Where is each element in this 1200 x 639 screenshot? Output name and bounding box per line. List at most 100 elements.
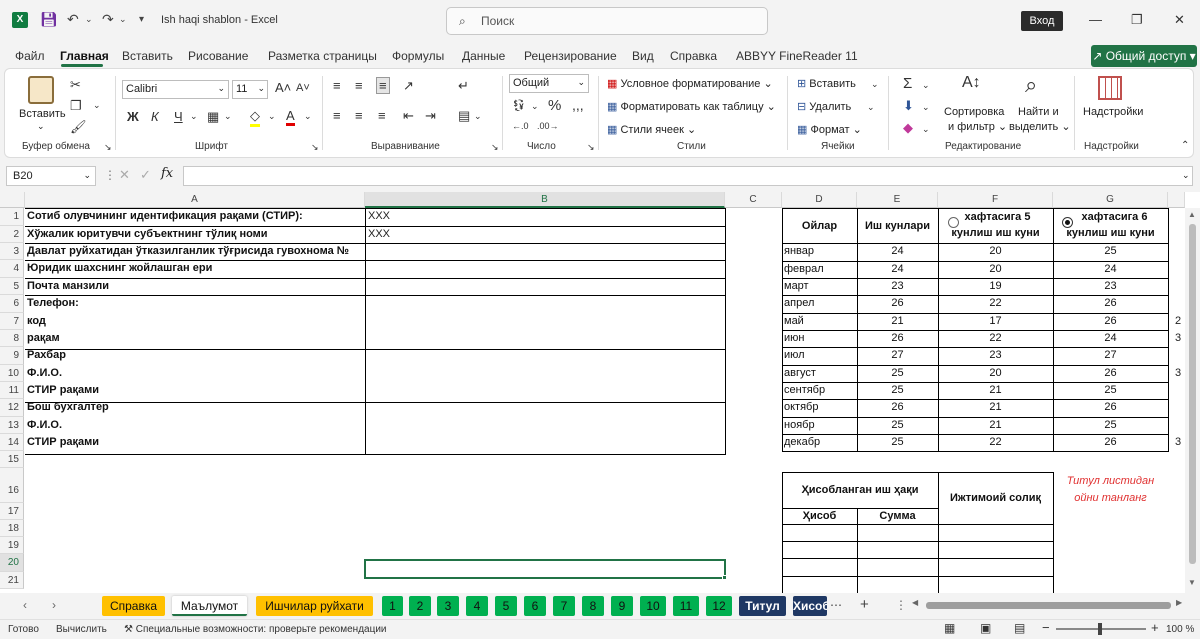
cell-a8[interactable]: рақам (27, 332, 363, 344)
paste-button[interactable]: Вставить (19, 108, 66, 120)
tab-home[interactable]: Главная (60, 49, 109, 63)
sheet-tab-9[interactable]: 6 (524, 596, 546, 616)
row-header-6[interactable]: 6 (0, 295, 24, 313)
cell-a11[interactable]: СТИР рақами (27, 384, 363, 396)
tab-insert[interactable]: Вставить (122, 49, 173, 63)
customize-qat-icon[interactable]: ▾ (139, 14, 144, 25)
row-header-7[interactable]: 7 (0, 313, 24, 330)
collapse-ribbon-icon[interactable]: ⌃ (1181, 140, 1189, 151)
font-name-select[interactable]: Calibri ⌄ (122, 80, 229, 99)
sheet-tab-6[interactable]: 3 (437, 596, 459, 616)
autosum-dropdown-icon[interactable]: ⌄ (922, 80, 930, 91)
cell-a4[interactable]: Юридик шахснинг жойлашган ери (27, 262, 363, 274)
cell-a2[interactable]: Хўжалик юритувчи субъектнинг тўлиқ номи (27, 228, 363, 240)
bold-button[interactable]: Ж (127, 109, 139, 124)
sheet-tab-3[interactable]: Ишчилар руйхати (256, 596, 373, 616)
row-header-19[interactable]: 19 (0, 537, 24, 554)
copy-dropdown-icon[interactable]: ⌄ (93, 100, 101, 111)
tab-data[interactable]: Данные (462, 49, 505, 63)
conditional-formatting-button[interactable]: ▦ Условное форматирование ⌄ (607, 77, 773, 90)
formula-input[interactable] (183, 166, 1193, 186)
insert-dropdown-icon[interactable]: ⌄ (871, 79, 879, 90)
percent-icon[interactable]: % (548, 97, 561, 114)
redo-icon[interactable]: ↷ (102, 11, 114, 28)
sheet-tab-4[interactable]: 1 (382, 596, 403, 616)
cell-a9[interactable]: Рахбар (27, 349, 363, 361)
page-break-view-icon[interactable]: ▤ (1014, 621, 1025, 635)
align-left-icon[interactable]: ≡ (333, 108, 341, 123)
font-launcher-icon[interactable]: ↘ (311, 142, 319, 153)
minimize-icon[interactable]: — (1089, 12, 1102, 27)
sheet-tab-7[interactable]: 4 (466, 596, 488, 616)
cell-a13[interactable]: Ф.И.О. (27, 419, 363, 431)
borders-icon[interactable]: ▦ (207, 109, 219, 125)
sheet-tab-15[interactable]: 12 (706, 596, 732, 616)
sheet-tab-17[interactable]: Хисоб (793, 596, 827, 616)
col-header-h[interactable] (1168, 192, 1185, 208)
paste-dropdown-icon[interactable]: ⌄ (37, 121, 45, 132)
prev-sheet-icon[interactable]: ‹ (23, 598, 27, 612)
delete-cells-button[interactable]: ⊟ Удалить (797, 100, 851, 113)
col-header-a[interactable]: A (25, 192, 365, 208)
redo-dropdown-icon[interactable]: ⌄ (119, 14, 127, 25)
font-size-select[interactable]: 11 ⌄ (232, 80, 268, 99)
zoom-slider-thumb[interactable] (1098, 623, 1102, 635)
tab-formulas[interactable]: Формулы (392, 49, 444, 63)
font-color-dropdown-icon[interactable]: ⌄ (304, 111, 312, 122)
cell-b2[interactable]: XXX (368, 228, 718, 240)
sheet-tab-14[interactable]: 11 (673, 596, 699, 616)
col-header-c[interactable]: C (725, 192, 782, 208)
decrease-font-icon[interactable]: A˅ (296, 82, 310, 94)
format-as-table-button[interactable]: ▦ Форматировать как таблицу ⌄ (607, 100, 776, 113)
align-bottom-icon[interactable]: ≡ (376, 77, 390, 94)
worksheet-grid[interactable]: ABCDEFG 1 2 3 4 5 6 7 8 9 10 11 12 13 14 15 16 17 18 19 20 2… (0, 192, 1200, 593)
find-select-button[interactable]: Найти и (1018, 106, 1059, 118)
decrease-indent-icon[interactable]: ⇤ (403, 108, 414, 124)
sheet-tab-16[interactable]: Титул (739, 596, 786, 616)
currency-dropdown-icon[interactable]: ⌄ (531, 101, 539, 112)
row-header-4[interactable]: 4 (0, 260, 24, 278)
cut-icon[interactable]: ✂ (70, 77, 81, 93)
restore-icon[interactable]: ❐ (1131, 12, 1143, 28)
next-sheet-icon[interactable]: › (52, 598, 56, 612)
tab-review[interactable]: Рецензирование (524, 49, 617, 63)
col-header-b[interactable]: B (365, 192, 725, 208)
row-header-2[interactable]: 2 (0, 226, 24, 243)
fill-dropdown-icon[interactable]: ⌄ (268, 111, 276, 122)
scroll-up-icon[interactable]: ▲ (1188, 210, 1196, 219)
sort-filter-button[interactable]: Сортировка (944, 106, 1004, 118)
addins-button[interactable]: Надстройки (1083, 106, 1143, 118)
row-header-15[interactable]: 15 (0, 451, 24, 468)
row-header-14[interactable]: 14 (0, 434, 24, 451)
underline-dropdown-icon[interactable]: ⌄ (190, 111, 198, 122)
clear-icon[interactable]: ◆ (903, 120, 913, 136)
increase-indent-icon[interactable]: ⇥ (425, 108, 436, 124)
row-header-10[interactable]: 10 (0, 365, 24, 382)
tab-help[interactable]: Справка (670, 49, 717, 63)
page-layout-view-icon[interactable]: ▣ (980, 621, 991, 635)
more-sheets-icon[interactable]: ⋯ (830, 598, 842, 612)
align-right-icon[interactable]: ≡ (378, 108, 386, 123)
align-center-icon[interactable]: ≡ (355, 108, 363, 123)
vertical-scrollbar[interactable]: ▲ ▼ (1185, 208, 1200, 593)
wrap-text-icon[interactable]: ↵ (458, 78, 469, 94)
increase-font-icon[interactable]: A˄ (275, 80, 291, 95)
tab-draw[interactable]: Рисование (188, 49, 248, 63)
fill-color-icon[interactable]: ◇ (250, 108, 260, 127)
col-header-e[interactable]: E (857, 192, 938, 208)
name-box[interactable]: B20 ⌄ (6, 166, 96, 186)
orientation-icon[interactable]: ↗ (403, 78, 414, 94)
cell-styles-button[interactable]: ▦ Стили ячеек ⌄ (607, 123, 696, 136)
horizontal-scrollbar[interactable]: ◀ ▶ (912, 598, 1187, 612)
autosum-icon[interactable]: Σ (903, 75, 912, 92)
italic-button[interactable]: К (151, 109, 159, 124)
sort-filter-icon[interactable]: A↕ (962, 74, 981, 92)
cell-a5[interactable]: Почта манзили (27, 280, 363, 292)
row-header-1[interactable]: 1 (0, 208, 24, 226)
sheet-tab-13[interactable]: 10 (640, 596, 666, 616)
clipboard-launcher-icon[interactable]: ↘ (104, 142, 112, 153)
cell-b1[interactable]: XXX (368, 210, 718, 222)
find-select-icon[interactable]: ⌕ (1025, 72, 1037, 98)
sheet-tab-5[interactable]: 2 (409, 596, 431, 616)
col-header-d[interactable]: D (782, 192, 857, 208)
